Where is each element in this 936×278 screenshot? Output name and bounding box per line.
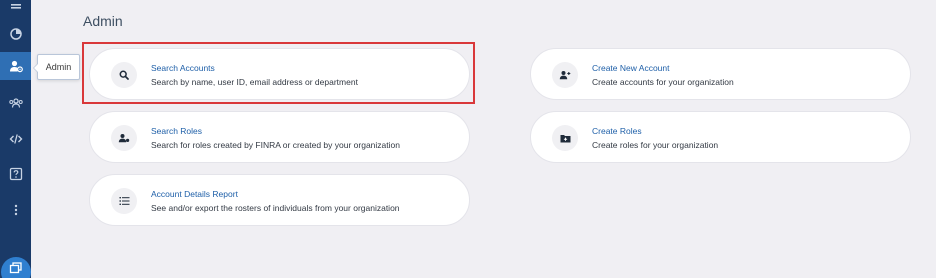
account-details-report-card[interactable]: Account Details Report See and/or export… [89, 174, 470, 226]
admin-user-icon [9, 60, 23, 73]
card-title: Search Accounts [151, 63, 215, 73]
folder-add-icon-badge [552, 125, 578, 151]
add-user-icon-badge [552, 62, 578, 88]
card-description: Search by name, user ID, email address o… [151, 77, 358, 87]
card-description: Create roles for your organization [592, 140, 719, 150]
card-title: Account Details Report [151, 189, 238, 199]
card-description: See and/or export the rosters of individ… [151, 203, 400, 213]
nav-developer[interactable] [0, 125, 31, 153]
nav-admin[interactable] [0, 52, 31, 80]
create-roles-card[interactable]: Create Roles Create roles for your organ… [530, 111, 911, 163]
search-icon [119, 70, 129, 80]
card-title: Create New Account [592, 63, 670, 73]
card-description: Search for roles created by FINRA or cre… [151, 140, 400, 150]
list-icon-badge [111, 188, 137, 214]
tooltip-label: Admin [45, 62, 72, 72]
card-title: Create Roles [592, 126, 642, 136]
search-roles-card[interactable]: Search Roles Search for roles created by… [89, 111, 470, 163]
help-icon [9, 167, 22, 181]
nav-dashboard[interactable] [0, 20, 31, 48]
folder-add-icon [560, 134, 570, 142]
menu-icon [10, 4, 21, 9]
card-title: Search Roles [151, 126, 203, 136]
more-icon [14, 204, 17, 216]
sidebar [0, 0, 31, 278]
pie-chart-icon [9, 28, 22, 40]
search-icon-badge [111, 62, 137, 88]
code-icon [9, 134, 22, 144]
create-new-account-card[interactable]: Create New Account Create accounts for y… [530, 48, 911, 100]
page-title: Admin [83, 13, 123, 29]
search-accounts-card[interactable]: Search Accounts Search by name, user ID,… [89, 48, 470, 100]
admin-tooltip: Admin [33, 54, 80, 80]
nav-more[interactable] [0, 196, 31, 224]
menu-button[interactable] [0, 0, 31, 16]
windows-icon [9, 262, 22, 274]
nav-help[interactable] [0, 160, 31, 188]
add-user-icon [559, 71, 571, 80]
windows-button[interactable] [1, 257, 31, 278]
role-user-icon-badge [111, 125, 137, 151]
card-description: Create accounts for your organization [592, 77, 734, 87]
group-icon [8, 98, 23, 108]
role-user-icon [118, 134, 130, 143]
list-icon [119, 197, 129, 205]
nav-groups[interactable] [0, 89, 31, 117]
